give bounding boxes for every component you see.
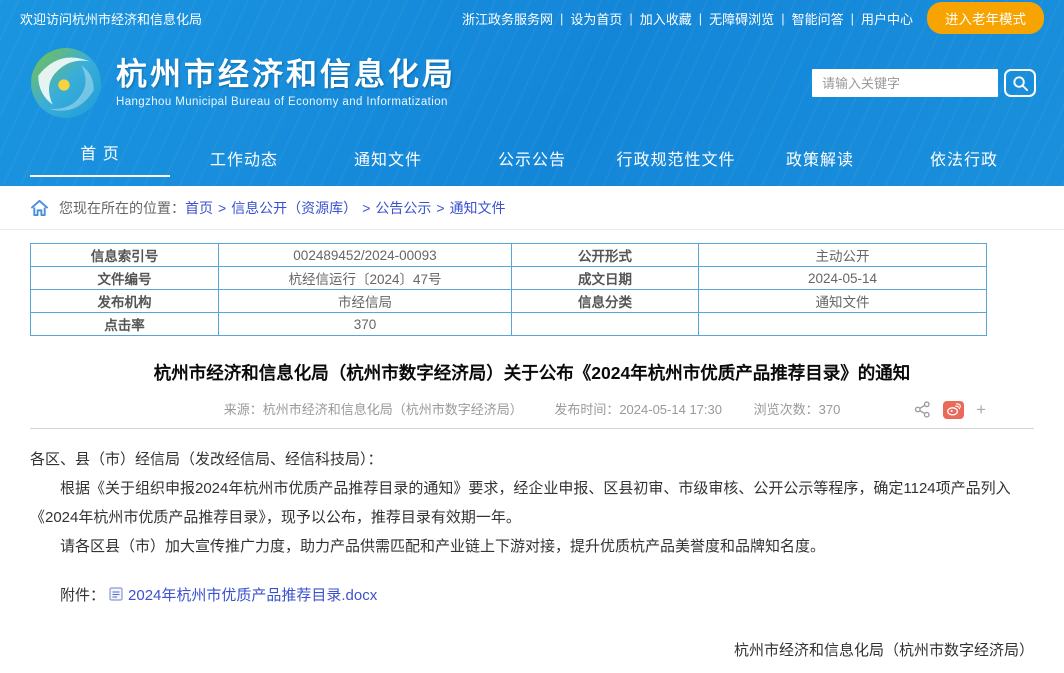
share-icon[interactable] bbox=[914, 401, 931, 418]
paragraph-main: 根据《关于组织申报2024年杭州市优质产品推荐目录的通知》要求，经企业申报、区县… bbox=[30, 474, 1034, 533]
nav-label: 政策解读 bbox=[786, 146, 854, 170]
top-bar: 欢迎访问杭州市经济和信息化局 浙江政务服务网 | 设为首页 | 加入收藏 | 无… bbox=[0, 0, 1064, 36]
info-value: 002489452/2024-00093 bbox=[219, 244, 512, 267]
nav-item-regulatory-docs[interactable]: 行政规范性文件 bbox=[604, 130, 748, 186]
paragraph-closing: 请各区县（市）加大宣传推广力度，助力产品供需匹配和产业链上下游对接，提升优质杭产… bbox=[30, 532, 1034, 561]
more-share-icon[interactable]: + bbox=[976, 399, 986, 421]
nav-item-announcements[interactable]: 公示公告 bbox=[460, 130, 604, 186]
site-banner: 欢迎访问杭州市经济和信息化局 浙江政务服务网 | 设为首页 | 加入收藏 | 无… bbox=[0, 0, 1064, 186]
info-label: 公开形式 bbox=[512, 244, 699, 267]
info-label: 文件编号 bbox=[31, 267, 219, 290]
nav-label: 通知文件 bbox=[354, 146, 422, 170]
separator: | bbox=[560, 11, 563, 26]
article-meta: 来源：杭州市经济和信息化局（杭州市数字经济局） 发布时间：2024-05-14 … bbox=[30, 399, 1034, 421]
top-link-set-home[interactable]: 设为首页 bbox=[570, 9, 622, 28]
separator: | bbox=[781, 11, 784, 26]
nav-item-notices[interactable]: 通知文件 bbox=[316, 130, 460, 186]
docx-file-icon bbox=[109, 587, 123, 601]
separator: | bbox=[629, 11, 632, 26]
article-source: 来源：杭州市经济和信息化局（杭州市数字经济局） bbox=[224, 402, 523, 417]
top-link-smart-qa[interactable]: 智能问答 bbox=[792, 9, 844, 28]
search-icon bbox=[1012, 75, 1029, 92]
article-page: 信息索引号 002489452/2024-00093 公开形式 主动公开 文件编… bbox=[0, 243, 1064, 673]
main-nav: 首 页 工作动态 通知文件 公示公告 行政规范性文件 政策解读 依法行政 bbox=[0, 130, 1064, 186]
separator: | bbox=[851, 11, 854, 26]
site-brand[interactable]: 杭州市经济和信息化局 Hangzhou Municipal Bureau of … bbox=[30, 47, 456, 119]
table-row: 点击率 370 bbox=[31, 313, 987, 336]
signature-agency: 杭州市经济和信息化局（杭州市数字经济局） bbox=[30, 639, 1034, 660]
info-value: 主动公开 bbox=[699, 244, 987, 267]
breadcrumb-separator: > bbox=[362, 200, 370, 216]
breadcrumb-separator: > bbox=[436, 200, 444, 216]
nav-label: 工作动态 bbox=[210, 146, 278, 170]
nav-label: 行政规范性文件 bbox=[616, 146, 735, 170]
info-label bbox=[512, 313, 699, 336]
attachment-link[interactable]: 2024年杭州市优质产品推荐目录.docx bbox=[128, 584, 377, 605]
nav-item-work-news[interactable]: 工作动态 bbox=[172, 130, 316, 186]
table-row: 文件编号 杭经信运行〔2024〕47号 成文日期 2024-05-14 bbox=[31, 267, 987, 290]
document-info-table: 信息索引号 002489452/2024-00093 公开形式 主动公开 文件编… bbox=[30, 243, 987, 336]
attachment-label: 附件： bbox=[60, 584, 105, 605]
top-link-favorite[interactable]: 加入收藏 bbox=[640, 9, 692, 28]
info-value: 市经信局 bbox=[219, 290, 512, 313]
article-title: 杭州市经济和信息化局（杭州市数字经济局）关于公布《2024年杭州市优质产品推荐目… bbox=[30, 361, 1034, 386]
breadcrumb-separator: > bbox=[218, 200, 226, 216]
breadcrumb-link-notices[interactable]: 通知文件 bbox=[450, 198, 506, 218]
info-value: 370 bbox=[219, 313, 512, 336]
top-link-accessibility[interactable]: 无障碍浏览 bbox=[709, 9, 774, 28]
bureau-logo-icon bbox=[30, 47, 102, 119]
table-row: 发布机构 市经信局 信息分类 通知文件 bbox=[31, 290, 987, 313]
site-header: 杭州市经济和信息化局 Hangzhou Municipal Bureau of … bbox=[0, 36, 1064, 130]
nav-label: 首 页 bbox=[80, 140, 119, 164]
welcome-text: 欢迎访问杭州市经济和信息化局 bbox=[20, 9, 202, 28]
table-row: 信息索引号 002489452/2024-00093 公开形式 主动公开 bbox=[31, 244, 987, 267]
nav-label: 公示公告 bbox=[498, 146, 566, 170]
weibo-share-icon[interactable] bbox=[943, 401, 964, 419]
share-toolbar: + bbox=[902, 399, 986, 421]
search-bar bbox=[812, 69, 1036, 97]
search-button[interactable] bbox=[1004, 69, 1036, 97]
separator: | bbox=[699, 11, 702, 26]
divider bbox=[30, 428, 1034, 429]
nav-item-home[interactable]: 首 页 bbox=[28, 130, 172, 186]
paragraph-salutation: 各区、县（市）经信局（发改经信局、经信科技局）： bbox=[30, 445, 1034, 474]
site-title: 杭州市经济和信息化局 bbox=[116, 58, 456, 92]
home-icon[interactable] bbox=[30, 199, 49, 217]
info-label: 发布机构 bbox=[31, 290, 219, 313]
article-views: 浏览次数：370 bbox=[754, 402, 841, 417]
top-link-zjzwfw[interactable]: 浙江政务服务网 bbox=[462, 9, 553, 28]
info-value: 通知文件 bbox=[699, 290, 987, 313]
nav-item-rule-of-law[interactable]: 依法行政 bbox=[892, 130, 1036, 186]
attachment-row: 附件： 2024年杭州市优质产品推荐目录.docx bbox=[30, 584, 1034, 605]
info-label: 成文日期 bbox=[512, 267, 699, 290]
breadcrumb-link-info-disclosure[interactable]: 信息公开（资源库） bbox=[231, 198, 357, 218]
info-value: 2024-05-14 bbox=[699, 267, 987, 290]
article-publish-time: 发布时间：2024-05-14 17:30 bbox=[554, 402, 722, 417]
info-label: 点击率 bbox=[31, 313, 219, 336]
info-label: 信息分类 bbox=[512, 290, 699, 313]
info-label: 信息索引号 bbox=[31, 244, 219, 267]
breadcrumb-link-announcements[interactable]: 公告公示 bbox=[375, 198, 431, 218]
breadcrumb-link-home[interactable]: 首页 bbox=[185, 198, 213, 218]
nav-item-policy-interpretation[interactable]: 政策解读 bbox=[748, 130, 892, 186]
top-links: 浙江政务服务网 | 设为首页 | 加入收藏 | 无障碍浏览 | 智能问答 | 用… bbox=[462, 2, 1044, 34]
info-value: 杭经信运行〔2024〕47号 bbox=[219, 267, 512, 290]
nav-label: 依法行政 bbox=[930, 146, 998, 170]
breadcrumb: 您现在所在的位置： 首页 > 信息公开（资源库） > 公告公示 > 通知文件 bbox=[0, 186, 1064, 230]
article-body: 各区、县（市）经信局（发改经信局、经信科技局）： 根据《关于组织申报2024年杭… bbox=[30, 445, 1034, 562]
active-underline bbox=[30, 175, 170, 177]
brand-text: 杭州市经济和信息化局 Hangzhou Municipal Bureau of … bbox=[116, 58, 456, 107]
site-subtitle: Hangzhou Municipal Bureau of Economy and… bbox=[116, 96, 456, 108]
breadcrumb-prefix: 您现在所在的位置： bbox=[59, 198, 185, 218]
search-input[interactable] bbox=[812, 69, 998, 97]
info-value bbox=[699, 313, 987, 336]
elder-mode-button[interactable]: 进入老年模式 bbox=[927, 2, 1044, 34]
top-link-user-center[interactable]: 用户中心 bbox=[861, 9, 913, 28]
